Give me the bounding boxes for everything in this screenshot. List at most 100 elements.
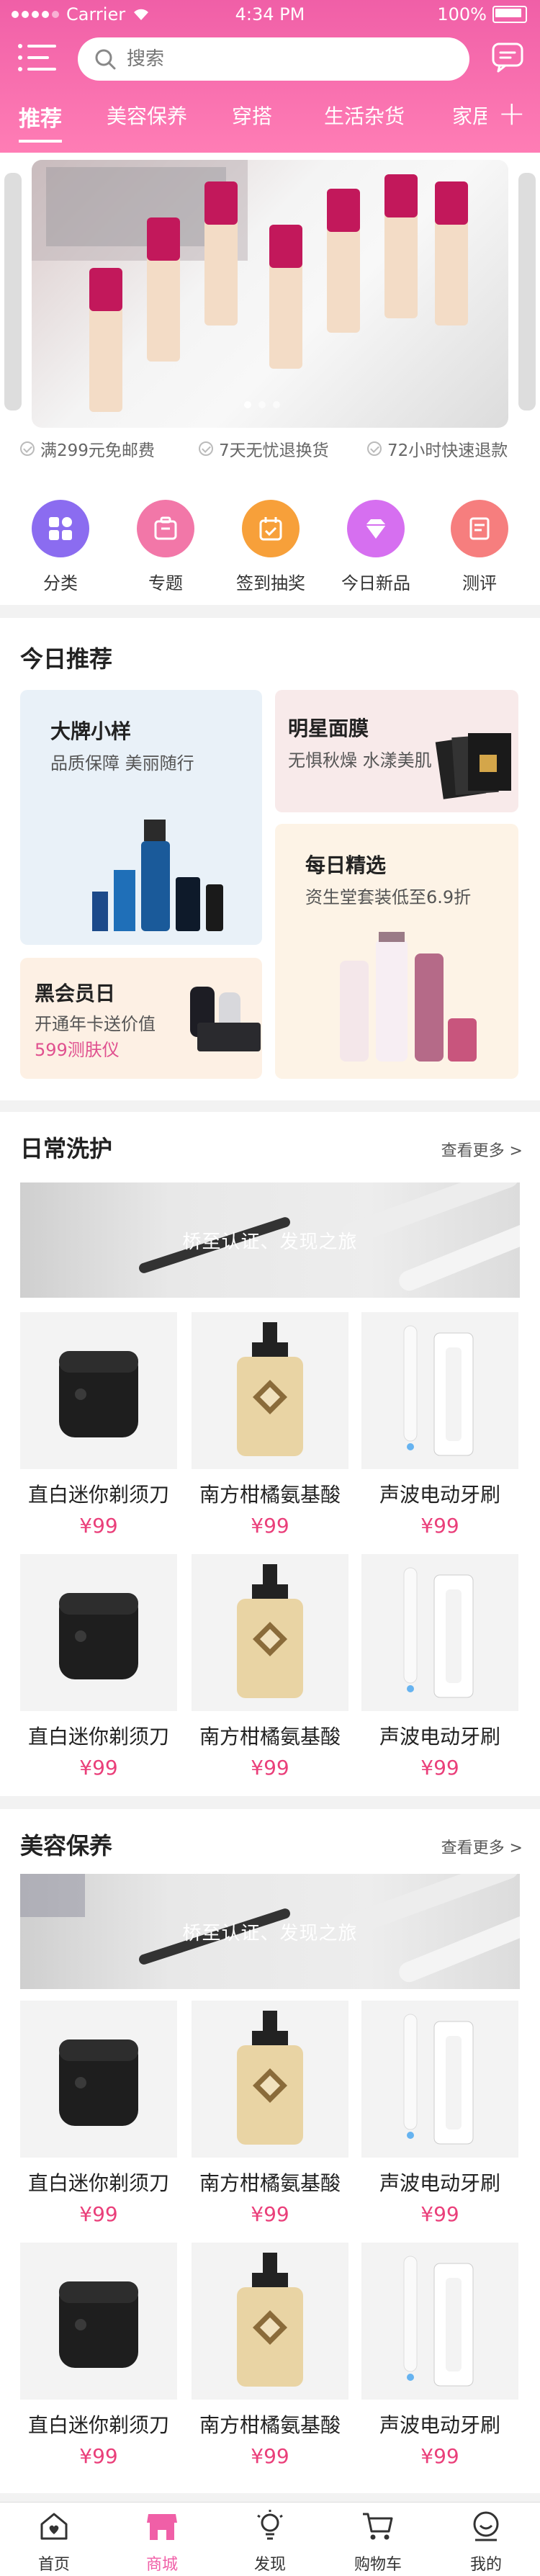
see-more-link[interactable]: 查看更多 >	[441, 1138, 523, 1161]
entry-review-label: 测评	[462, 573, 497, 593]
tab-outfit[interactable]: 穿搭	[232, 101, 272, 130]
product-card[interactable]: 南方柑橘氨基酸 ¥99	[192, 2243, 348, 2468]
product-price: ¥99	[79, 2202, 118, 2226]
product-name: 直白迷你剃须刀	[27, 2171, 169, 2195]
product-image	[20, 1312, 177, 1469]
product-card[interactable]: 南方柑橘氨基酸 ¥99	[192, 1554, 348, 1780]
card-mask[interactable]: 明星面膜 无惧秋燥 水漾美肌	[275, 690, 518, 812]
menu-icon[interactable]	[17, 42, 56, 73]
status-bar: Carrier 4:34 PM 100%	[0, 0, 540, 29]
product-card[interactable]: 声波电动牙刷 ¥99	[361, 1554, 518, 1780]
product-card[interactable]: 直白迷你剃须刀 ¥99	[20, 2243, 177, 2468]
product-name: 声波电动牙刷	[379, 2413, 500, 2437]
skin-tester-image	[190, 987, 261, 1051]
product-price: ¥99	[79, 2444, 118, 2468]
nav-label: 商城	[145, 2556, 178, 2574]
product-name: 南方柑橘氨基酸	[199, 2413, 341, 2437]
product-card[interactable]: 直白迷你剃须刀 ¥99	[20, 1554, 177, 1780]
product-name: 直白迷你剃须刀	[27, 1725, 169, 1749]
entry-topic[interactable]: 专题	[122, 500, 209, 594]
entry-category-label: 分类	[43, 573, 78, 593]
shop-icon	[147, 2514, 177, 2540]
check-icon	[20, 441, 35, 456]
calendar-icon	[242, 500, 300, 557]
nav-home[interactable]: 首页	[14, 2508, 94, 2575]
nav-cart[interactable]: 购物车	[338, 2508, 418, 2575]
entry-review[interactable]: 测评	[436, 500, 523, 594]
product-card[interactable]: 南方柑橘氨基酸 ¥99	[192, 1312, 348, 1538]
entry-new-label: 今日新品	[341, 573, 410, 593]
entry-category[interactable]: 分类	[17, 500, 104, 594]
see-more-link[interactable]: 查看更多 >	[441, 1835, 523, 1858]
card-title: 黑会员日	[35, 982, 116, 1005]
daily-care-section: 日常洗护 查看更多 > 桥至认证、发现之旅 直白迷你剃须刀 ¥99 南方柑橘氨基酸 ¥…	[0, 1112, 540, 1796]
product-name: 南方柑橘氨基酸	[199, 1725, 341, 1749]
product-image	[20, 1554, 177, 1711]
product-image	[361, 1554, 518, 1711]
product-name: 声波电动牙刷	[379, 2171, 500, 2195]
nav-me[interactable]: 我的	[446, 2508, 526, 2575]
entry-checkin-label: 签到抽奖	[236, 573, 305, 593]
product-card[interactable]: 直白迷你剃须刀 ¥99	[20, 2001, 177, 2226]
check-icon	[199, 441, 213, 456]
nav-discover[interactable]: 发现	[230, 2508, 310, 2575]
product-card[interactable]: 直白迷你剃须刀 ¥99	[20, 1312, 177, 1538]
product-card[interactable]: 南方柑橘氨基酸 ¥99	[192, 2001, 348, 2226]
banner-caption: 桥至认证、发现之旅	[182, 1923, 358, 1944]
header: Carrier 4:34 PM 100% 推荐 美容保养 穿搭 生活杂货 家居 …	[0, 0, 540, 153]
face-mask-image	[435, 733, 511, 799]
concealer-illustration	[32, 160, 468, 412]
card-sample[interactable]: 大牌小样 品质保障 美丽随行	[20, 690, 262, 945]
product-card[interactable]: 声波电动牙刷 ¥99	[361, 1312, 518, 1538]
grid-icon	[32, 500, 89, 557]
nav-shop[interactable]: 商城	[122, 2508, 202, 2575]
battery-percent: 100%	[437, 4, 487, 24]
product-image	[192, 1554, 348, 1711]
card-daily-pick[interactable]: 每日精选 资生堂套装低至6.9折	[275, 824, 518, 1079]
cart-icon	[363, 2513, 393, 2540]
product-name: 直白迷你剃须刀	[27, 2413, 169, 2437]
tab-recommend[interactable]: 推荐	[19, 101, 62, 143]
search-icon	[95, 49, 116, 70]
beauty-banner[interactable]: 桥至认证、发现之旅	[20, 1874, 520, 1989]
card-black-member[interactable]: 黑会员日 开通年卡送价值 599测肤仪	[20, 958, 262, 1079]
today-recommend-section: 今日推荐 大牌小样 品质保障 美丽随行 明星面膜 无惧秋燥 水漾美肌 每日精选 …	[0, 618, 540, 1100]
product-price: ¥99	[251, 2444, 289, 2468]
daily-banner[interactable]: 桥至认证、发现之旅	[20, 1182, 520, 1298]
product-name: 声波电动牙刷	[379, 1483, 500, 1507]
card-title: 每日精选	[305, 853, 387, 877]
card-title: 大牌小样	[50, 719, 132, 743]
product-price: ¥99	[251, 1514, 289, 1538]
diamond-icon	[347, 500, 405, 557]
product-price: ¥99	[420, 1514, 459, 1538]
product-image	[192, 1312, 348, 1469]
nav-label: 首页	[37, 2556, 70, 2574]
search-bar[interactable]	[78, 37, 469, 81]
product-price: ¥99	[79, 1514, 118, 1538]
product-name: 南方柑橘氨基酸	[199, 1483, 341, 1507]
product-card[interactable]: 声波电动牙刷 ¥99	[361, 2243, 518, 2468]
section-title: 今日推荐	[20, 645, 113, 673]
search-input[interactable]	[125, 48, 431, 71]
card-subtitle: 开通年卡送价值	[35, 1014, 156, 1034]
quick-entry-row: 分类 专题 签到抽奖 今日新品 测评	[0, 470, 540, 605]
entry-checkin[interactable]: 签到抽奖	[228, 500, 314, 594]
tab-goods[interactable]: 生活杂货	[324, 101, 405, 130]
shiseido-set-image	[340, 932, 477, 1062]
tab-beauty[interactable]: 美容保养	[107, 101, 187, 130]
bottom-nav: 首页 商城 发现 购物车 我的	[0, 2502, 540, 2576]
check-icon	[367, 441, 382, 456]
product-price: ¥99	[420, 1756, 459, 1780]
tab-home[interactable]: 家居	[452, 101, 487, 130]
banner-carousel[interactable]	[0, 153, 540, 428]
add-tab-button[interactable]: +	[498, 94, 526, 133]
product-card[interactable]: 声波电动牙刷 ¥99	[361, 2001, 518, 2226]
card-subtitle: 品质保障 美丽随行	[50, 753, 194, 773]
message-icon[interactable]	[491, 42, 524, 73]
note-icon	[451, 500, 508, 557]
banner-image[interactable]	[32, 160, 508, 428]
entry-new[interactable]: 今日新品	[333, 500, 419, 594]
section-title: 美容保养	[20, 1832, 113, 1859]
banner-next-peek	[518, 173, 536, 410]
card-subtitle: 资生堂套装低至6.9折	[305, 887, 472, 907]
